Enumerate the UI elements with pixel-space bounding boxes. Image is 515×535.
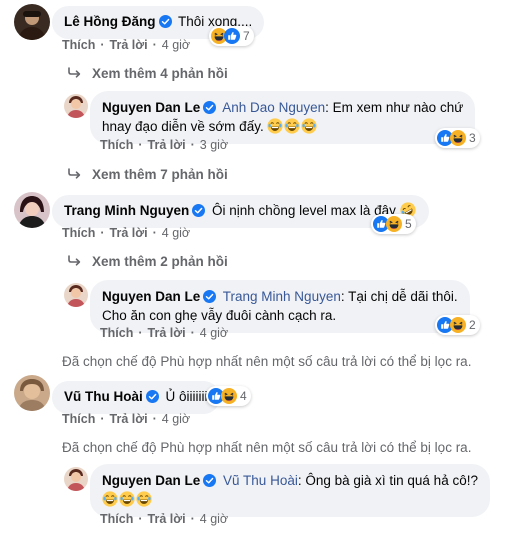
comment-bubble: Vũ Thu Hoài Ủ ôiiiiiii	[52, 381, 220, 414]
timestamp[interactable]: 4 giờ	[162, 226, 190, 240]
verified-icon	[146, 390, 159, 403]
reaction-summary[interactable]: 3	[435, 128, 480, 148]
laughing-emoji	[284, 118, 300, 134]
reply-button[interactable]: Trả lời	[148, 138, 186, 152]
timestamp[interactable]: 4 giờ	[162, 412, 190, 426]
avatar[interactable]	[64, 94, 88, 118]
like-button[interactable]: Thích	[62, 226, 95, 240]
filter-note: Đã chọn chế độ Phù hợp nhất nên một số c…	[62, 354, 472, 369]
timestamp[interactable]: 4 giờ	[200, 326, 228, 340]
like-button[interactable]: Thích	[62, 412, 95, 426]
reaction-count: 2	[469, 318, 476, 332]
haha-icon	[221, 388, 237, 404]
timestamp[interactable]: 4 giờ	[162, 38, 190, 52]
haha-icon	[450, 317, 466, 333]
comment-actions: Thích · Trả lời · 4 giờ	[62, 412, 191, 426]
like-button[interactable]: Thích	[62, 38, 95, 52]
avatar[interactable]	[14, 375, 50, 411]
reaction-count: 3	[469, 131, 476, 145]
view-more-replies[interactable]: Xem thêm 4 phản hồi	[68, 66, 228, 81]
avatar[interactable]	[64, 283, 88, 307]
reaction-summary[interactable]: 7	[209, 26, 254, 46]
reaction-summary[interactable]: 5	[371, 214, 416, 234]
avatar[interactable]	[64, 467, 88, 491]
like-button[interactable]: Thích	[100, 326, 133, 340]
reply-text: : Em xem như nào chứ	[325, 100, 464, 115]
reply-author[interactable]: Nguyen Dan Le	[102, 100, 200, 115]
reply-actions: Thích · Trả lời · 3 giờ	[100, 138, 229, 152]
reaction-count: 4	[240, 389, 247, 403]
laughing-emoji	[119, 491, 135, 507]
mention-link[interactable]: Anh Dao Nguyen	[222, 100, 325, 115]
timestamp[interactable]: 3 giờ	[200, 138, 228, 152]
reply-arrow-icon	[68, 67, 82, 79]
reply-text: : Ông bà già xì tin quá hả cô!?	[297, 473, 478, 488]
reaction-count: 7	[243, 29, 250, 43]
reply-text: hnay đạo diễn về sớm đấy.	[102, 119, 264, 134]
reaction-summary[interactable]: 2	[435, 315, 480, 335]
comment-author[interactable]: Vũ Thu Hoài	[64, 389, 143, 404]
verified-icon	[192, 204, 205, 217]
comment-actions: Thích · Trả lời · 4 giờ	[62, 226, 191, 240]
reply-arrow-icon	[68, 255, 82, 267]
reply-bubble: Nguyen Dan Le Anh Dao Nguyen: Em xem như…	[90, 91, 476, 144]
reaction-summary[interactable]: 4	[206, 386, 251, 406]
reply-button[interactable]: Trả lời	[110, 38, 148, 52]
comment-author[interactable]: Trang Minh Nguyen	[64, 203, 189, 218]
verified-icon	[159, 15, 172, 28]
comment-actions: Thích · Trả lời · 4 giờ	[62, 38, 191, 52]
reaction-count: 5	[405, 217, 412, 231]
reply-button[interactable]: Trả lời	[148, 326, 186, 340]
view-more-replies[interactable]: Xem thêm 2 phản hồi	[68, 254, 228, 269]
reply-actions: Thích · Trả lời · 4 giờ	[100, 326, 229, 340]
reply-arrow-icon	[68, 168, 82, 180]
timestamp[interactable]: 4 giờ	[200, 512, 228, 526]
laughing-emoji	[301, 118, 317, 134]
verified-icon	[203, 101, 216, 114]
mention-link[interactable]: Trang Minh Nguyen	[223, 289, 341, 304]
haha-icon	[386, 216, 402, 232]
view-more-replies[interactable]: Xem thêm 7 phản hồi	[68, 167, 228, 182]
reply-button[interactable]: Trả lời	[148, 512, 186, 526]
filter-note: Đã chọn chế độ Phù hợp nhất nên một số c…	[62, 440, 472, 455]
verified-icon	[203, 290, 216, 303]
laughing-emoji	[267, 118, 283, 134]
like-button[interactable]: Thích	[100, 138, 133, 152]
verified-icon	[203, 474, 216, 487]
haha-icon	[450, 130, 466, 146]
laughing-emoji	[136, 491, 152, 507]
reply-button[interactable]: Trả lời	[110, 226, 148, 240]
comment-text: Ủ ôiiiiiii	[165, 389, 208, 404]
comment-author[interactable]: Lê Hồng Đăng	[64, 14, 156, 29]
like-button[interactable]: Thích	[100, 512, 133, 526]
reply-button[interactable]: Trả lời	[110, 412, 148, 426]
reply-bubble: Nguyen Dan Le Vũ Thu Hoài: Ông bà già xì…	[90, 464, 490, 517]
reply-author[interactable]: Nguyen Dan Le	[102, 473, 200, 488]
mention-link[interactable]: Vũ Thu Hoài	[223, 473, 298, 488]
reply-text: : Tại chị dễ dãi thôi.	[340, 289, 458, 304]
reply-actions: Thích · Trả lời · 4 giờ	[100, 512, 229, 526]
reply-author[interactable]: Nguyen Dan Le	[102, 289, 200, 304]
avatar[interactable]	[14, 192, 50, 228]
comment-text: Ôi nịnh chồng level max là đây	[212, 203, 396, 218]
laughing-emoji	[102, 491, 118, 507]
like-icon	[224, 28, 240, 44]
avatar[interactable]	[14, 4, 50, 40]
reply-text: Cho ăn con ghẹ vẫy đuôi cành cạch ra.	[102, 308, 337, 323]
